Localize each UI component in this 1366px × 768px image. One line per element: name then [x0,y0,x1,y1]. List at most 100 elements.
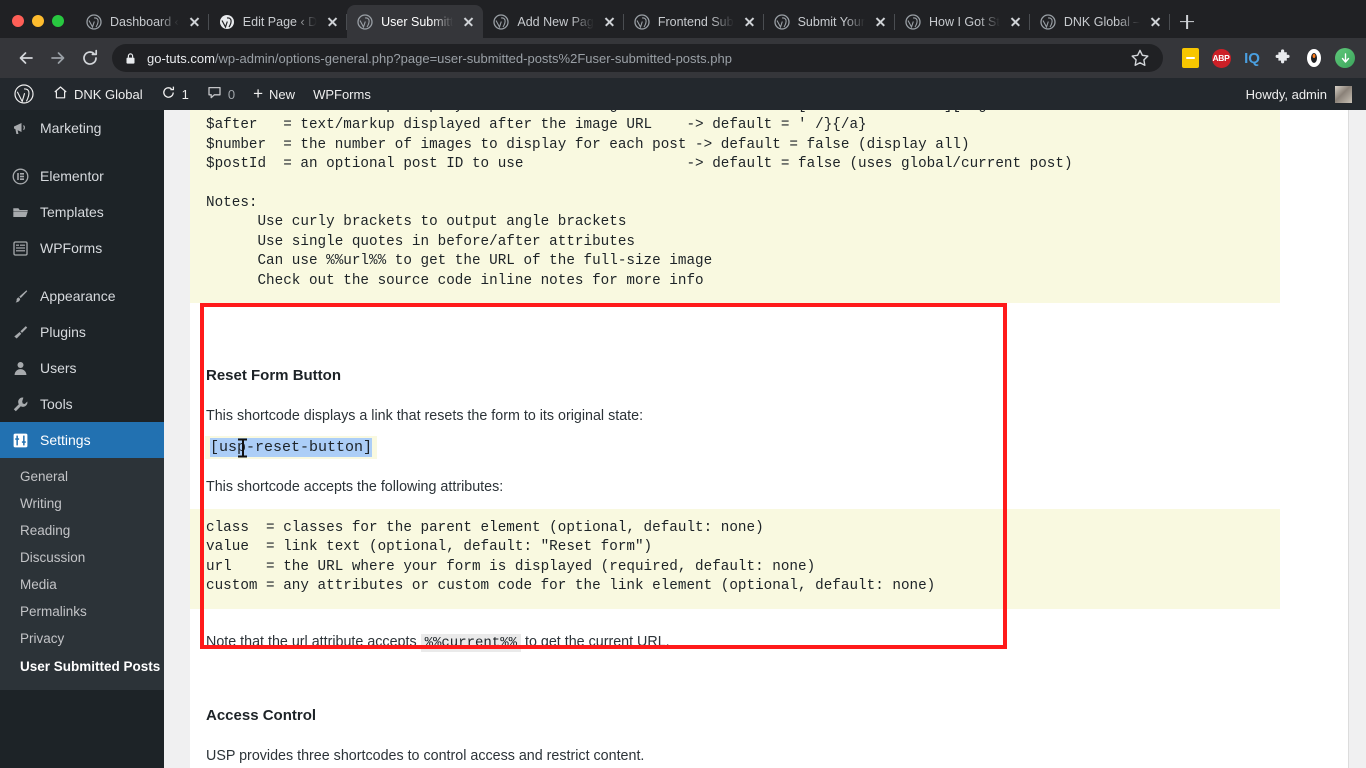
new-label: New [269,86,296,102]
settings-submenu: General Writing Reading Discussion Media… [0,458,164,690]
avast-extension-icon[interactable] [1303,47,1325,69]
access-control-description: USP provides three shortcodes to control… [206,748,645,764]
tab-title: Frontend Sub [657,14,734,29]
wpforms-icon [10,240,30,257]
sidebar-item-templates[interactable]: Templates [0,194,164,230]
new-content-menu[interactable]: + New [244,78,304,110]
howdy-label: Howdy, admin [1245,86,1327,102]
wrench-icon [10,396,30,413]
comment-bubble-icon [207,85,222,103]
browser-tab[interactable]: Frontend Sub [624,5,764,38]
minimize-window-button[interactable] [32,15,44,27]
adblock-plus-extension-icon[interactable]: ABP [1210,47,1232,69]
elementor-icon [10,168,30,185]
close-tab-icon[interactable] [872,13,889,30]
close-tab-icon[interactable] [601,13,618,30]
wp-admin-bar: DNK Global 1 0 + New WPForms Howdy, admi… [0,78,1366,110]
wordpress-favicon-icon [1040,13,1056,30]
submenu-item-reading[interactable]: Reading [0,517,164,544]
submenu-item-general[interactable]: General [0,463,164,490]
wordpress-favicon-icon [773,13,790,30]
tab-list: Dashboard ‹ Edit Page ‹ D User Submitt A… [76,0,1366,38]
sidebar-item-label: Users [40,360,77,376]
notes-extension-icon[interactable] [1179,47,1201,69]
maximize-window-button[interactable] [52,15,64,27]
submenu-item-writing[interactable]: Writing [0,490,164,517]
attributes-intro-text: This shortcode accepts the following att… [206,479,504,495]
sidebar-item-tools[interactable]: Tools [0,386,164,422]
close-tab-icon[interactable] [186,13,203,30]
close-tab-icon[interactable] [1147,13,1164,30]
updates-icon [161,85,176,103]
tab-title: How I Got St [929,14,1000,29]
browser-tab-active[interactable]: User Submitt [347,5,484,38]
submenu-item-media[interactable]: Media [0,571,164,598]
sidebar-item-marketing[interactable]: Marketing [0,110,164,146]
close-tab-icon[interactable] [1007,13,1024,30]
sidebar-item-wpforms[interactable]: WPForms [0,230,164,266]
back-arrow-icon[interactable] [10,42,42,74]
browser-tab[interactable]: Dashboard ‹ [76,5,209,38]
sidebar-item-label: Plugins [40,324,86,340]
browser-toolbar: go-tuts.com/wp-admin/options-general.php… [0,38,1366,78]
iq-extension-icon[interactable]: IQ [1241,47,1263,69]
extensions-puzzle-icon[interactable] [1272,47,1294,69]
reset-form-button-description: This shortcode displays a link that rese… [206,408,644,424]
updates-menu[interactable]: 1 [152,78,198,110]
access-control-heading: Access Control [206,707,317,724]
note-text-before: Note that the url attribute accepts [206,634,417,650]
submenu-item-discussion[interactable]: Discussion [0,544,164,571]
close-tab-icon[interactable] [324,13,341,30]
reset-form-button-heading: Reset Form Button [206,367,341,384]
forward-arrow-icon[interactable] [42,42,74,74]
page-scrollbar[interactable] [1348,110,1366,768]
profile-avatar-icon[interactable] [1334,47,1356,69]
sidebar-item-label: Tools [40,396,73,412]
url-attribute-note: Note that the url attribute accepts %%cu… [206,632,670,654]
new-tab-button[interactable] [1170,5,1204,38]
browser-tab[interactable]: Submit Your [764,5,896,38]
star-icon[interactable] [1129,47,1151,69]
wordpress-logo-icon[interactable] [4,78,44,110]
extension-icons: ABP IQ [1171,47,1356,69]
sidebar-item-plugins[interactable]: Plugins [0,314,164,350]
submenu-item-user-submitted-posts[interactable]: User Submitted Posts [0,652,164,681]
image-shortcode-code-block: $before = text/markup displayed before t… [190,110,1280,304]
sidebar-item-users[interactable]: Users [0,350,164,386]
address-bar[interactable]: go-tuts.com/wp-admin/options-general.php… [112,44,1163,72]
submenu-item-privacy[interactable]: Privacy [0,625,164,652]
close-window-button[interactable] [12,15,24,27]
url-path: /wp-admin/options-general.php?page=user-… [214,50,732,66]
site-name-menu[interactable]: DNK Global [44,78,152,110]
browser-tab[interactable]: How I Got St [895,5,1030,38]
submenu-item-permalinks[interactable]: Permalinks [0,598,164,625]
wordpress-favicon-icon [86,13,102,30]
close-tab-icon[interactable] [460,13,477,30]
sidebar-item-label: Elementor [40,168,104,184]
reset-shortcode-container[interactable]: [usp-reset-button] [205,436,378,459]
close-tab-icon[interactable] [741,13,758,30]
lock-icon [124,52,137,65]
sidebar-item-appearance[interactable]: Appearance [0,278,164,314]
sidebar-item-settings[interactable]: Settings [0,422,164,458]
wordpress-favicon-icon [493,13,510,30]
reset-shortcode-text[interactable]: [usp-reset-button] [210,438,373,457]
browser-tab[interactable]: Edit Page ‹ D [209,5,348,38]
browser-window: Dashboard ‹ Edit Page ‹ D User Submitt A… [0,0,1366,768]
sidebar-item-elementor[interactable]: Elementor [0,158,164,194]
wpforms-admin-menu[interactable]: WPForms [304,78,380,110]
wp-admin-body: Marketing Elementor Templates WPForms Ap… [0,110,1366,768]
my-account-menu[interactable]: Howdy, admin [1245,85,1366,103]
settings-sliders-icon [10,432,30,449]
browser-tab[interactable]: Add New Pag [483,5,625,38]
browser-tab[interactable]: DNK Global – [1030,5,1171,38]
settings-page-content: $before = text/markup displayed before t… [190,110,1348,768]
tab-title: User Submitt [381,14,454,29]
url-domain: go-tuts.com [147,50,215,66]
reset-attributes-code-block: class = classes for the parent element (… [190,509,1280,609]
sidebar-item-label: Templates [40,204,104,220]
sidebar-item-label: WPForms [40,240,103,256]
menu-separator [0,266,164,278]
reload-icon[interactable] [74,42,106,74]
comments-menu[interactable]: 0 [198,78,244,110]
